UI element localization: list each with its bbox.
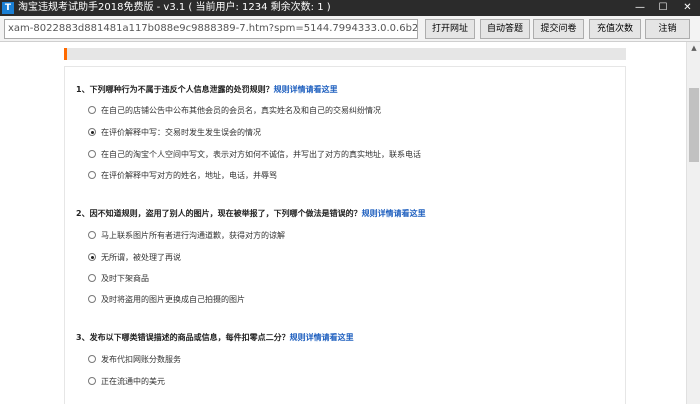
radio-button[interactable] bbox=[88, 274, 96, 282]
title-bar: T 淘宝违规考试助手2018免费版 - v3.1 ( 当前用户: 1234 剩余… bbox=[0, 0, 700, 16]
rule-detail-link[interactable]: 规则详情请看这里 bbox=[274, 85, 338, 94]
option-label: 正在流通中的美元 bbox=[101, 376, 165, 386]
question-title: 3、发布以下哪类错误描述的商品或信息，每件扣零点二分？规则详情请看这里 bbox=[76, 332, 354, 343]
radio-button[interactable] bbox=[88, 377, 96, 385]
option-label: 及时将盗用的图片更换成自己拍摄的图片 bbox=[101, 294, 245, 304]
url-input[interactable]: xam-8022883d881481a117b088e9c9888389-7.h… bbox=[4, 19, 418, 39]
answer-option[interactable]: 在评价解释中写对方的姓名，地址，电话，并辱骂 bbox=[88, 169, 277, 181]
option-label: 在评价解释中写对方的姓名，地址，电话，并辱骂 bbox=[101, 170, 277, 180]
answer-option[interactable]: 发布代扣网账分数服务 bbox=[88, 353, 181, 365]
answer-option[interactable]: 马上联系图片所有者进行沟通道歉，获得对方的谅解 bbox=[88, 229, 285, 241]
option-label: 在评价解释中写：交易时发生发生误会的情况 bbox=[101, 127, 261, 137]
window-title: 淘宝违规考试助手2018免费版 - v3.1 ( 当前用户: 1234 剩余次数… bbox=[18, 2, 331, 13]
section-header-bar bbox=[64, 48, 626, 60]
option-label: 及时下架商品 bbox=[101, 273, 149, 283]
radio-button[interactable] bbox=[88, 295, 96, 303]
minimize-button[interactable]: — bbox=[629, 0, 651, 16]
radio-button[interactable] bbox=[88, 231, 96, 239]
option-label: 无所谓，被处理了再说 bbox=[101, 252, 181, 262]
toolbar: xam-8022883d881481a117b088e9c9888389-7.h… bbox=[0, 16, 700, 42]
option-label: 在自己的淘宝个人空间中写文，表示对方如何不诚信，并写出了对方的真实地址，联系电话 bbox=[101, 149, 421, 159]
option-label: 马上联系图片所有者进行沟通道歉，获得对方的谅解 bbox=[101, 230, 285, 240]
submit-survey-button[interactable]: 提交问卷 bbox=[533, 19, 584, 39]
rule-detail-link[interactable]: 规则详情请看这里 bbox=[290, 333, 354, 342]
answer-option[interactable]: 在自己的淘宝个人空间中写文，表示对方如何不诚信，并写出了对方的真实地址，联系电话 bbox=[88, 148, 421, 160]
answer-option[interactable]: 在评价解释中写：交易时发生发生误会的情况 bbox=[88, 126, 261, 138]
browser-content: 1、下列哪种行为不属于违反个人信息泄露的处罚规则？规则详情请看这里 在自己的店铺… bbox=[0, 42, 686, 404]
question-text: 2、因不知道规则，盗用了别人的图片，现在被举报了，下列哪个做法是错误的？ bbox=[76, 209, 362, 218]
question-title: 1、下列哪种行为不属于违反个人信息泄露的处罚规则？规则详情请看这里 bbox=[76, 84, 338, 95]
recharge-button[interactable]: 充值次数 bbox=[589, 19, 641, 39]
open-url-button[interactable]: 打开网址 bbox=[425, 19, 475, 39]
question-title: 2、因不知道规则，盗用了别人的图片，现在被举报了，下列哪个做法是错误的？规则详情… bbox=[76, 208, 426, 219]
question-text: 3、发布以下哪类错误描述的商品或信息，每件扣零点二分？ bbox=[76, 333, 290, 342]
radio-button-selected[interactable] bbox=[88, 253, 96, 261]
answer-option[interactable]: 及时将盗用的图片更换成自己拍摄的图片 bbox=[88, 293, 245, 305]
option-label: 发布代扣网账分数服务 bbox=[101, 354, 181, 364]
vertical-scrollbar[interactable]: ▲ bbox=[686, 42, 700, 404]
scroll-up-arrow-icon[interactable]: ▲ bbox=[687, 42, 700, 54]
close-button[interactable]: ✕ bbox=[675, 0, 700, 16]
logout-button[interactable]: 注销 bbox=[645, 19, 690, 39]
radio-button-selected[interactable] bbox=[88, 128, 96, 136]
option-label: 在自己的店铺公告中公布其他会员的会员名，真实姓名及和自己的交易纠纷情况 bbox=[101, 105, 381, 115]
app-icon: T bbox=[2, 2, 14, 14]
answer-option[interactable]: 无所谓，被处理了再说 bbox=[88, 251, 181, 263]
question-text: 1、下列哪种行为不属于违反个人信息泄露的处罚规则？ bbox=[76, 85, 274, 94]
answer-option[interactable]: 在自己的店铺公告中公布其他会员的会员名，真实姓名及和自己的交易纠纷情况 bbox=[88, 104, 381, 116]
answer-option[interactable]: 正在流通中的美元 bbox=[88, 375, 165, 387]
answer-option[interactable]: 及时下架商品 bbox=[88, 272, 149, 284]
radio-button[interactable] bbox=[88, 106, 96, 114]
radio-button[interactable] bbox=[88, 171, 96, 179]
maximize-button[interactable]: ☐ bbox=[652, 0, 674, 16]
rule-detail-link[interactable]: 规则详情请看这里 bbox=[362, 209, 426, 218]
auto-answer-button[interactable]: 自动答题 bbox=[480, 19, 530, 39]
scrollbar-thumb[interactable] bbox=[689, 88, 699, 162]
radio-button[interactable] bbox=[88, 355, 96, 363]
radio-button[interactable] bbox=[88, 150, 96, 158]
